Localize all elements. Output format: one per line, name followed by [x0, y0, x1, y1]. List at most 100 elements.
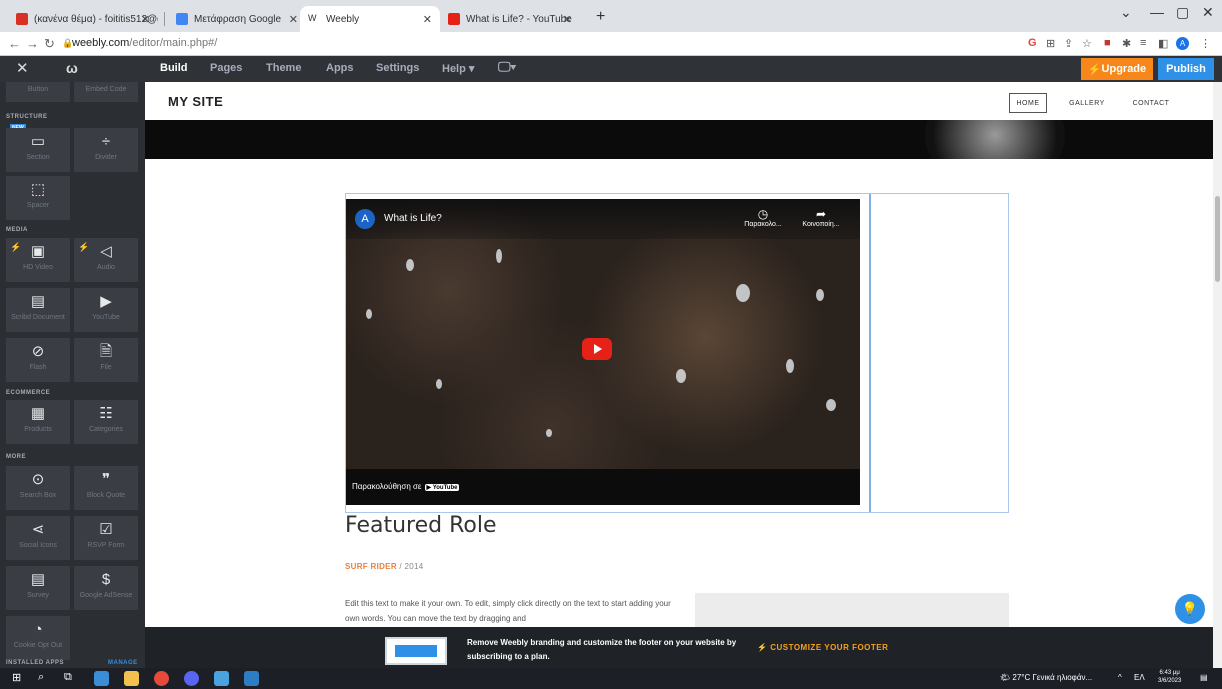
site-nav-home[interactable]: HOME: [1009, 93, 1047, 113]
role-year: / 2014: [396, 562, 424, 571]
google-icon[interactable]: G: [1028, 37, 1037, 49]
close-window-icon[interactable]: ✕: [1202, 4, 1214, 21]
featured-role-heading[interactable]: Featured Role: [345, 513, 497, 538]
element-button[interactable]: Button: [6, 82, 70, 102]
channel-avatar[interactable]: A: [355, 209, 375, 229]
upgrade-button[interactable]: ⚡ Upgrade: [1081, 58, 1153, 80]
watch-later-button[interactable]: ◷ Παρακολο...: [738, 207, 788, 228]
nav-theme[interactable]: Theme: [266, 62, 301, 74]
watch-on-youtube-link[interactable]: Παρακολούθηση σε ▶ YouTube: [352, 482, 460, 491]
extension-icon[interactable]: ■: [1104, 37, 1111, 49]
minimize-icon[interactable]: —: [1150, 4, 1164, 20]
clock[interactable]: 6:43 μμ 3/6/2023: [1158, 669, 1181, 685]
nav-pages[interactable]: Pages: [210, 62, 242, 74]
tab-weebly[interactable]: W Weebly ✕: [300, 6, 440, 32]
close-editor-icon[interactable]: ✕: [16, 59, 29, 77]
menu-kebab-icon[interactable]: ⋮: [1200, 37, 1211, 50]
nav-apps[interactable]: Apps: [326, 62, 354, 74]
element-embed-code[interactable]: Embed Code: [74, 82, 138, 102]
elements-sidebar: Button Embed Code STRUCTURE NEW ▭ Sectio…: [0, 82, 145, 668]
page-scrollbar[interactable]: [1213, 82, 1222, 668]
customize-footer-link[interactable]: ⚡ CUSTOMIZE YOUR FOOTER: [757, 643, 888, 652]
share-button[interactable]: ➦ Κοινοποίη...: [796, 207, 846, 228]
notifications-icon[interactable]: ▤: [1200, 673, 1208, 682]
element-youtube[interactable]: ▶ YouTube: [74, 288, 138, 332]
task-view-icon[interactable]: ⧉: [64, 671, 79, 686]
droplet: [736, 284, 750, 302]
nav-help[interactable]: Help ▾: [442, 62, 474, 75]
new-tab-button[interactable]: +: [596, 8, 605, 26]
discord-icon[interactable]: [184, 671, 199, 686]
element-rsvp-form[interactable]: ☑ RSVP Form: [74, 516, 138, 560]
element-hd-video[interactable]: ⚡ ▣ HD Video: [6, 238, 70, 282]
manage-link[interactable]: MANAGE: [108, 660, 138, 666]
site-nav-gallery[interactable]: GALLERY: [1063, 93, 1111, 113]
close-icon[interactable]: ✕: [423, 13, 432, 26]
element-survey[interactable]: ▤ Survey: [6, 566, 70, 610]
profile-avatar[interactable]: A: [1176, 37, 1189, 50]
app-icon[interactable]: [94, 671, 109, 686]
clock-date: 3/6/2023: [1158, 678, 1182, 684]
reading-list-icon[interactable]: ≡: [1140, 37, 1146, 49]
element-divider[interactable]: ÷ Divider: [74, 128, 138, 172]
video-title[interactable]: What is Life?: [384, 213, 442, 224]
close-icon[interactable]: ✕: [141, 13, 150, 26]
search-icon[interactable]: ⌕: [38, 671, 53, 686]
app-icon[interactable]: [214, 671, 229, 686]
element-social-icons[interactable]: ⋖ Social Icons: [6, 516, 70, 560]
role-name: SURF RIDER: [345, 562, 397, 571]
youtube-embed[interactable]: A What is Life? ◷ Παρακολο... ➦ Κοινοποί…: [346, 199, 860, 505]
element-products[interactable]: ▦ Products: [6, 400, 70, 444]
element-cookie-opt-out[interactable]: ◔ Cookie Opt Out: [6, 616, 70, 660]
element-flash[interactable]: ⊘ Flash: [6, 338, 70, 382]
tile-label: YouTube: [92, 314, 120, 321]
nav-build[interactable]: Build: [160, 62, 188, 74]
scrollbar-thumb[interactable]: [1215, 196, 1220, 282]
nav-settings[interactable]: Settings: [376, 62, 419, 74]
maximize-icon[interactable]: ▢: [1176, 4, 1189, 21]
element-google-adsense[interactable]: $ Google AdSense: [74, 566, 138, 610]
weather-widget[interactable]: 🌤 27°C Γενικά ηλιοφάν...: [1000, 673, 1092, 682]
element-scribd-document[interactable]: ▤ Scribd Document: [6, 288, 70, 332]
header-banner-image[interactable]: [145, 120, 1213, 159]
close-icon[interactable]: ✕: [289, 13, 298, 26]
windows-start-icon[interactable]: ⊞: [12, 671, 27, 686]
sidepanel-icon[interactable]: ◧: [1158, 37, 1168, 50]
photos-icon[interactable]: [244, 671, 259, 686]
tray-chevron-icon[interactable]: ^: [1118, 673, 1122, 682]
site-title[interactable]: MY SITE: [168, 94, 223, 109]
file-explorer-icon[interactable]: [124, 671, 139, 686]
help-bulb-button[interactable]: 💡: [1175, 594, 1205, 624]
body-paragraph[interactable]: Edit this text to make it your own. To e…: [345, 596, 675, 626]
reload-icon[interactable]: ↻: [44, 36, 55, 52]
tab-youtube[interactable]: What is Life? - YouTube ✕: [440, 6, 580, 32]
play-button[interactable]: [582, 338, 612, 360]
tile-label: Search Box: [19, 492, 57, 499]
element-audio[interactable]: ⚡ ◁ Audio: [74, 238, 138, 282]
element-search-box[interactable]: ⊙ Search Box: [6, 466, 70, 510]
role-subtitle[interactable]: SURF RIDER / 2014: [345, 562, 423, 571]
translate-ext-icon[interactable]: ⊞: [1046, 37, 1055, 50]
element-block-quote[interactable]: ❞ Block Quote: [74, 466, 138, 510]
tab-google-translate[interactable]: Μετάφραση Google ✕: [168, 6, 306, 32]
language-indicator[interactable]: ΕΛ: [1134, 673, 1145, 682]
element-file[interactable]: 🗎 File: [74, 338, 138, 382]
back-icon[interactable]: ←: [8, 36, 21, 51]
share-icon[interactable]: ⇪: [1064, 37, 1073, 50]
element-categories[interactable]: ☷ Categories: [74, 400, 138, 444]
tab-gmail[interactable]: (κανένα θέμα) - foititis512@gm... ✕: [8, 6, 158, 32]
url-path: /editor/main.php#/: [129, 37, 218, 49]
device-preview-icon[interactable]: 🖵▾: [498, 59, 516, 75]
publish-button[interactable]: Publish: [1158, 58, 1214, 80]
element-section[interactable]: ▭ Section: [6, 128, 70, 172]
close-icon[interactable]: ✕: [563, 13, 572, 26]
bookmark-star-icon[interactable]: ☆: [1082, 37, 1092, 50]
chevron-down-icon[interactable]: ⌄: [1120, 4, 1132, 21]
url-field[interactable]: weebly.com/editor/main.php#/: [72, 37, 217, 49]
puzzle-icon[interactable]: ✱: [1122, 37, 1131, 50]
forward-icon[interactable]: →: [26, 36, 39, 51]
column-divider[interactable]: [869, 194, 871, 512]
site-nav-contact[interactable]: CONTACT: [1127, 93, 1175, 113]
element-spacer[interactable]: ⬚ Spacer: [6, 176, 70, 220]
chrome-icon[interactable]: [154, 671, 169, 686]
